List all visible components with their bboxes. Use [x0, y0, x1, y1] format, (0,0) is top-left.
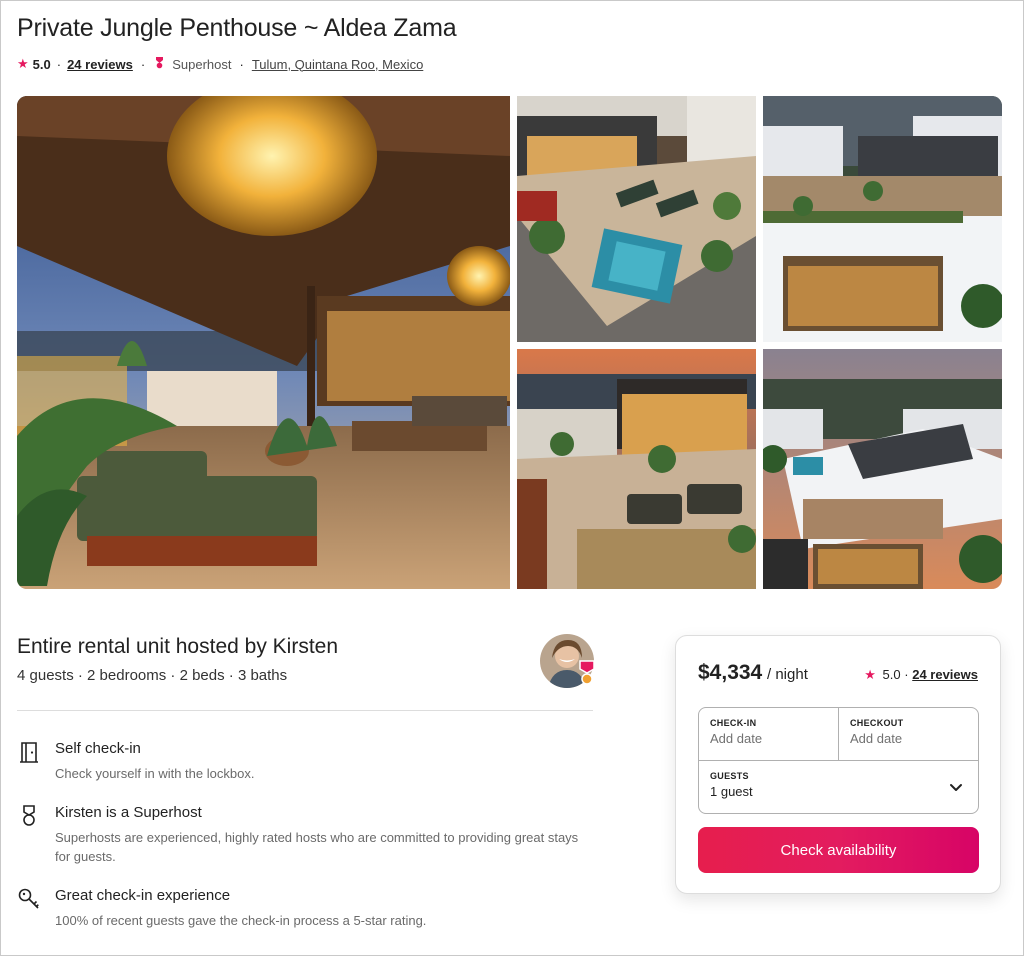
- booking-rating: ★ 5.0 · 24 reviews: [864, 667, 978, 683]
- checkout-field[interactable]: CHECKOUT Add date: [839, 708, 978, 761]
- chevron-down-icon[interactable]: [948, 779, 964, 795]
- booking-card: $4,334 / night ★ 5.0 · 24 reviews CHECK-…: [675, 635, 1001, 894]
- guests-value: 1 guest: [710, 784, 753, 799]
- checkin-value: Add date: [710, 731, 763, 746]
- star-icon: ★: [17, 56, 29, 71]
- building-aerial-photo[interactable]: [763, 96, 1002, 342]
- door-icon: [20, 742, 38, 763]
- separator-dot: ·: [239, 56, 244, 72]
- host-heading: Entire rental unit hosted by Kirsten: [17, 635, 339, 658]
- separator-dot: ·: [56, 56, 62, 72]
- rooftop-terrace-lounge-photo[interactable]: [17, 96, 510, 589]
- checkout-label: CHECKOUT: [850, 718, 904, 728]
- section-divider: [17, 710, 593, 711]
- listing-meta: ★ 5.0 · 24 reviews · Superhost · Tulum, …: [17, 56, 423, 72]
- date-guest-picker: CHECK-IN Add date CHECKOUT Add date GUES…: [698, 707, 979, 814]
- guests-dropdown[interactable]: GUESTS 1 guest: [699, 761, 978, 813]
- check-availability-button[interactable]: Check availability: [698, 827, 979, 873]
- feature-description: Check yourself in with the lockbox.: [55, 766, 255, 781]
- checkin-label: CHECK-IN: [710, 718, 757, 728]
- checkin-field[interactable]: CHECK-IN Add date: [699, 708, 839, 761]
- listing-title: Private Jungle Penthouse ~ Aldea Zama: [17, 14, 457, 42]
- superhost-label: Superhost: [172, 56, 232, 72]
- key-icon: [18, 888, 39, 909]
- superhost-badge-icon: [155, 56, 164, 72]
- separator-dot: ·: [904, 667, 909, 682]
- guests-label: GUESTS: [710, 771, 749, 781]
- host-summary: 4 guests · 2 bedrooms · 2 beds · 3 baths: [17, 667, 288, 684]
- rooftop-pool-aerial-photo[interactable]: [517, 96, 756, 342]
- price-unit: / night: [767, 666, 808, 683]
- superhost-avatar-badge-icon: [579, 660, 595, 685]
- feature-description: 100% of recent guests gave the check-in …: [55, 913, 427, 928]
- photo-gallery: [17, 96, 1002, 589]
- feature-description: Superhosts are experienced, highly rated…: [55, 830, 579, 864]
- nightly-price: $4,334: [698, 661, 763, 684]
- feature-title: Kirsten is a Superhost: [55, 804, 202, 821]
- separator-dot: ·: [140, 56, 146, 72]
- rating-value: 5.0: [32, 56, 51, 72]
- feature-title: Self check-in: [55, 740, 141, 757]
- rating-value: 5.0: [882, 667, 901, 682]
- booking-reviews-link[interactable]: 24 reviews: [912, 667, 978, 682]
- reviews-link[interactable]: 24 reviews: [67, 57, 133, 72]
- checkout-value: Add date: [850, 731, 903, 746]
- building-corner-aerial-photo[interactable]: [763, 349, 1002, 589]
- terrace-sunset-photo[interactable]: [517, 349, 756, 589]
- location-link[interactable]: Tulum, Quintana Roo, Mexico: [252, 57, 423, 72]
- feature-title: Great check-in experience: [55, 887, 231, 904]
- superhost-medal-icon: [23, 805, 35, 826]
- star-icon: ★: [864, 667, 876, 682]
